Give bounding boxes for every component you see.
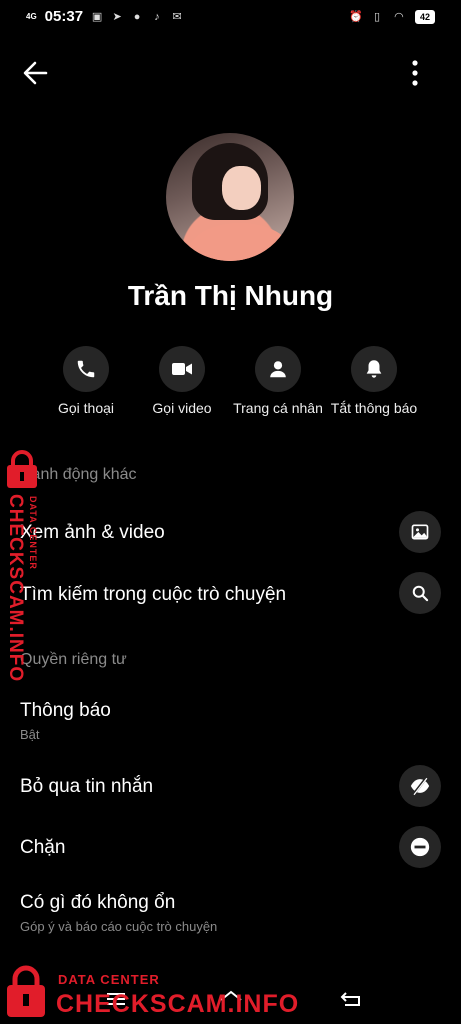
- more-vertical-icon: [412, 60, 418, 86]
- video-icon: [172, 363, 192, 375]
- avatar-face: [222, 166, 261, 210]
- sim-icon: ▣: [91, 10, 103, 23]
- avatar-body: [189, 222, 292, 261]
- search-icon: [412, 585, 429, 602]
- view-media-button[interactable]: [399, 511, 441, 553]
- status-bar: 4G 05:37 ▣ ➤ ● ♪ ✉ ⏰ ▯ ◠ 42: [0, 0, 461, 36]
- mail-icon: ✉: [172, 10, 182, 23]
- back-button[interactable]: [18, 55, 54, 91]
- phone-icon: [77, 360, 95, 378]
- video-call-button[interactable]: Gọi video: [136, 346, 228, 416]
- notifications-status: Bật: [20, 727, 40, 742]
- status-right: ⏰ ▯ ◠ 42: [349, 10, 435, 24]
- ignore-messages-button[interactable]: [399, 765, 441, 807]
- profile-avatar[interactable]: [166, 133, 294, 261]
- call-circle: [63, 346, 109, 392]
- watermark-bottom: DATA CENTER CHECKSCAM.INFO: [0, 962, 300, 1024]
- wifi-icon: ◠: [394, 11, 404, 23]
- ignore-messages-item[interactable]: Bỏ qua tin nhắn: [20, 776, 153, 798]
- block-item[interactable]: Chặn: [20, 837, 65, 859]
- alarm-icon: ⏰: [348, 11, 363, 23]
- lock-icon: [7, 965, 45, 1017]
- search-conversation-button[interactable]: [399, 572, 441, 614]
- video-circle: [159, 346, 205, 392]
- watermark-side: CHECKSCAM.INFO DATA CENTER: [0, 450, 50, 682]
- arrow-left-icon: [23, 61, 48, 85]
- messenger-icon: ●: [133, 10, 141, 23]
- bell-icon: [366, 360, 382, 378]
- profile-name: Trần Thị Nhung: [127, 280, 334, 311]
- profile-circle: [255, 346, 301, 392]
- mute-button[interactable]: Tắt thông báo: [328, 346, 420, 416]
- person-icon: [270, 361, 286, 378]
- more-options-button[interactable]: [400, 55, 430, 91]
- lock-icon: [7, 450, 37, 488]
- mute-circle: [351, 346, 397, 392]
- watermark-side-top: DATA CENTER: [28, 496, 38, 570]
- battery-indicator: 42: [414, 10, 435, 24]
- watermark-side-brand: CHECKSCAM.INFO: [5, 494, 26, 683]
- status-left: 4G 05:37 ▣ ➤ ● ♪ ✉: [26, 8, 183, 25]
- back-nav-icon: [340, 992, 360, 1006]
- report-item[interactable]: Có gì đó không ổn: [20, 892, 175, 914]
- search-conversation-item[interactable]: Tìm kiếm trong cuộc trò chuyện: [20, 584, 286, 606]
- network-indicator: 4G: [26, 11, 37, 21]
- video-call-label: Gọi video: [152, 400, 212, 416]
- block-icon: [410, 837, 430, 857]
- block-button[interactable]: [399, 826, 441, 868]
- tiktok-icon: ♪: [154, 10, 160, 23]
- call-button[interactable]: Gọi thoại: [40, 346, 132, 416]
- telegram-icon: ➤: [112, 10, 122, 23]
- back-nav-button[interactable]: [336, 985, 366, 1013]
- clock: 05:37: [44, 8, 84, 25]
- report-subtitle: Góp ý và báo cáo cuộc trò chuyện: [20, 919, 218, 934]
- eye-slash-icon: [410, 776, 430, 796]
- mute-label: Tắt thông báo: [330, 400, 418, 416]
- watermark-bottom-brand: CHECKSCAM.INFO: [56, 990, 300, 1018]
- profile-page-button[interactable]: Trang cá nhân: [232, 346, 324, 416]
- vibrate-icon: ▯: [373, 11, 381, 23]
- profile-page-label: Trang cá nhân: [233, 400, 323, 416]
- call-label: Gọi thoại: [57, 400, 115, 416]
- watermark-bottom-top: DATA CENTER: [58, 972, 160, 987]
- notifications-item[interactable]: Thông báo: [20, 700, 111, 722]
- image-icon: [411, 524, 429, 540]
